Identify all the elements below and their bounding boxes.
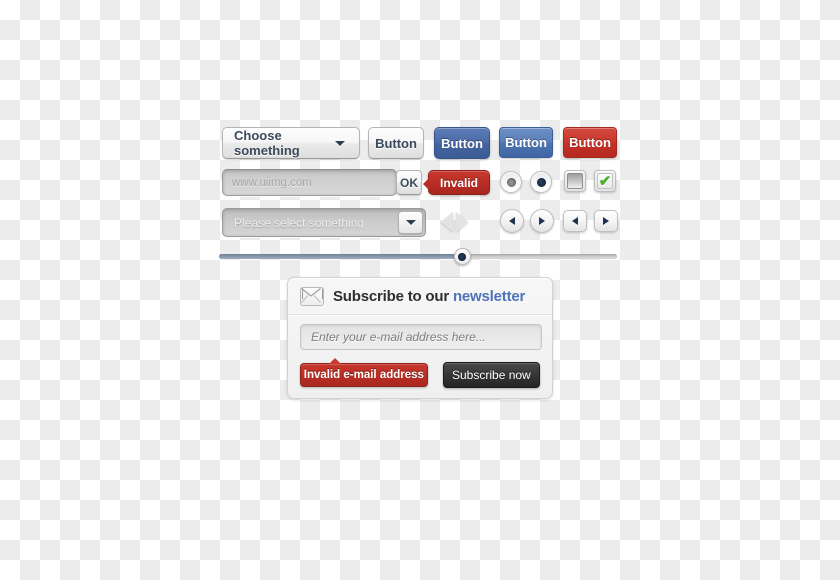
subscribe-now-button[interactable]: Subscribe now — [442, 362, 540, 388]
primary-button-label: Button — [505, 135, 547, 150]
envelope-icon — [300, 286, 324, 306]
newsletter-body: Enter your e-mail address here... Invali… — [288, 315, 552, 388]
email-input-placeholder: Enter your e-mail address here... — [311, 330, 486, 344]
newsletter-title: Subscribe to our newsletter — [333, 288, 525, 305]
danger-button[interactable]: Button — [563, 127, 617, 158]
checkbox-box-icon — [567, 173, 583, 189]
please-select-dropdown[interactable]: Please select something — [222, 208, 426, 237]
primary-button-dark-label: Button — [441, 135, 483, 151]
newsletter-title-accent: newsletter — [452, 287, 526, 305]
chevron-down-icon — [335, 140, 345, 146]
choose-something-label: Choose something — [234, 128, 300, 158]
range-slider[interactable] — [219, 248, 617, 265]
arrow-right-icon[interactable] — [456, 212, 468, 232]
radio-button-two[interactable] — [530, 171, 552, 193]
plain-arrow-pair — [441, 210, 486, 234]
subscribe-now-label: Subscribe now — [452, 368, 531, 382]
checkbox-box-icon: ✔ — [597, 173, 613, 189]
newsletter-actions: Invalid e-mail address Subscribe now — [300, 358, 540, 388]
checkbox-checked[interactable]: ✔ — [594, 170, 616, 192]
slider-handle[interactable] — [453, 248, 471, 265]
newsletter-header: Subscribe to our newsletter — [288, 278, 552, 315]
arrow-left-icon — [509, 217, 515, 225]
checkbox-unchecked[interactable] — [564, 170, 586, 192]
square-prev-button[interactable] — [563, 210, 587, 232]
invalid-tooltip: Invalid — [423, 170, 490, 195]
circle-prev-button[interactable] — [500, 209, 524, 233]
arrow-left-icon — [572, 217, 578, 225]
radio-dot-icon — [506, 177, 516, 187]
radio-dot-icon — [536, 177, 546, 187]
radio-button-one[interactable] — [500, 171, 522, 193]
square-next-button[interactable] — [594, 210, 618, 232]
newsletter-panel: Subscribe to our newsletter Enter your e… — [287, 277, 553, 399]
url-input[interactable]: www.uiimg.com — [222, 169, 397, 196]
invalid-email-label: Invalid e-mail address — [303, 369, 424, 381]
ok-button-label: OK — [400, 175, 418, 190]
primary-button-dark[interactable]: Button — [434, 127, 490, 159]
plain-button[interactable]: Button — [368, 127, 424, 159]
email-input[interactable]: Enter your e-mail address here... — [300, 324, 542, 350]
arrow-right-icon — [603, 217, 609, 225]
please-select-placeholder: Please select something — [234, 215, 365, 230]
slider-fill — [219, 254, 462, 259]
url-input-placeholder: www.uiimg.com — [232, 176, 312, 189]
circle-next-button[interactable] — [530, 209, 554, 233]
dropdown-toggle-button[interactable] — [398, 211, 423, 234]
newsletter-title-prefix: Subscribe to our — [333, 287, 453, 305]
arrow-right-icon — [539, 217, 545, 225]
ok-button[interactable]: OK — [396, 170, 422, 195]
plain-button-label: Button — [375, 135, 417, 151]
ui-kit-canvas: Choose something Button Button Button Bu… — [0, 0, 840, 580]
danger-button-label: Button — [569, 135, 611, 150]
primary-button[interactable]: Button — [499, 127, 553, 158]
arrow-left-icon[interactable] — [441, 212, 453, 232]
invalid-email-tooltip: Invalid e-mail address — [300, 358, 428, 387]
invalid-tooltip-label: Invalid — [439, 175, 478, 190]
choose-something-dropdown[interactable]: Choose something — [222, 127, 360, 159]
slider-handle-dot-icon — [458, 252, 467, 261]
checkmark-icon: ✔ — [598, 172, 612, 190]
chevron-down-icon — [405, 220, 416, 225]
